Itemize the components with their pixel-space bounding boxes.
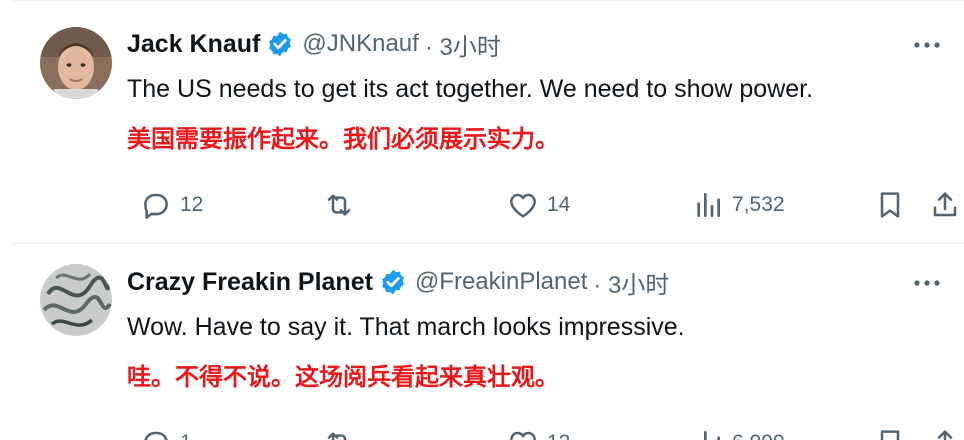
reply-count: 12	[180, 193, 204, 216]
timeline: Jack Knauf @JNKnauf · 3小时 The US needs t…	[0, 0, 964, 440]
tweet[interactable]: Jack Knauf @JNKnauf · 3小时 The US needs t…	[12, 0, 964, 244]
retweet-button[interactable]	[323, 425, 363, 440]
timestamp[interactable]: · 3小时	[593, 265, 669, 300]
like-icon	[510, 193, 536, 218]
tweet-content: Crazy Freakin Planet @FreakinPlanet · 3小…	[127, 265, 944, 393]
bookmark-button[interactable]	[874, 187, 906, 223]
retweet-icon	[327, 194, 351, 216]
share-button[interactable]	[929, 187, 961, 223]
display-name[interactable]: Crazy Freakin Planet	[127, 268, 373, 297]
tweet-actions: 12 14 7,532	[140, 187, 957, 223]
translation-text: 美国需要振作起来。我们必须展示实力。	[127, 126, 559, 153]
more-icon[interactable]	[910, 271, 944, 295]
bookmark-icon	[880, 192, 900, 218]
tweet-text: Wow. Have to say it. That march looks im…	[127, 313, 685, 341]
avatar[interactable]	[40, 264, 112, 336]
views-icon	[697, 193, 720, 217]
verified-badge-icon	[379, 268, 407, 296]
handle[interactable]: @FreakinPlanet	[415, 268, 587, 296]
avatar[interactable]	[40, 27, 112, 99]
display-name[interactable]: Jack Knauf	[127, 30, 260, 59]
translation-text: 哇。不得不说。这场阅兵看起来真壮观。	[127, 364, 559, 391]
reply-icon	[144, 193, 168, 219]
more-icon[interactable]	[910, 33, 944, 57]
reply-button[interactable]: 1	[140, 425, 192, 440]
tweet-text: The US needs to get its act together. We…	[127, 75, 814, 103]
share-button[interactable]	[929, 425, 961, 440]
reply-button[interactable]: 12	[140, 187, 203, 223]
like-count: 14	[547, 193, 571, 216]
share-icon	[933, 192, 957, 217]
views-count: 6,090	[732, 431, 785, 440]
views-count: 7,532	[732, 193, 785, 216]
retweet-button[interactable]	[323, 187, 363, 223]
tweet-actions: 1 12 6,090	[140, 425, 953, 440]
handle[interactable]: @JNKnauf	[302, 30, 418, 58]
tweet[interactable]: Crazy Freakin Planet @FreakinPlanet · 3小…	[12, 243, 964, 440]
verified-badge-icon	[266, 30, 294, 58]
retweet-icon	[327, 432, 347, 440]
timestamp[interactable]: · 3小时	[425, 27, 501, 62]
bookmark-button[interactable]	[874, 425, 906, 440]
like-button[interactable]: 14	[507, 187, 570, 223]
like-count: 12	[547, 431, 570, 440]
bookmark-icon	[880, 430, 900, 440]
tweet-header: Jack Knauf @JNKnauf · 3小时	[127, 27, 944, 61]
tweet-content: Jack Knauf @JNKnauf · 3小时 The US needs t…	[127, 27, 944, 155]
tweet-header: Crazy Freakin Planet @FreakinPlanet · 3小…	[127, 265, 944, 299]
reply-count: 1	[180, 431, 192, 440]
reply-icon	[144, 431, 168, 440]
like-button[interactable]: 12	[507, 425, 570, 440]
views-button[interactable]: 7,532	[692, 187, 785, 223]
views-icon	[704, 431, 720, 440]
views-button[interactable]: 6,090	[692, 425, 785, 440]
like-icon	[510, 431, 536, 440]
share-icon	[937, 430, 953, 440]
